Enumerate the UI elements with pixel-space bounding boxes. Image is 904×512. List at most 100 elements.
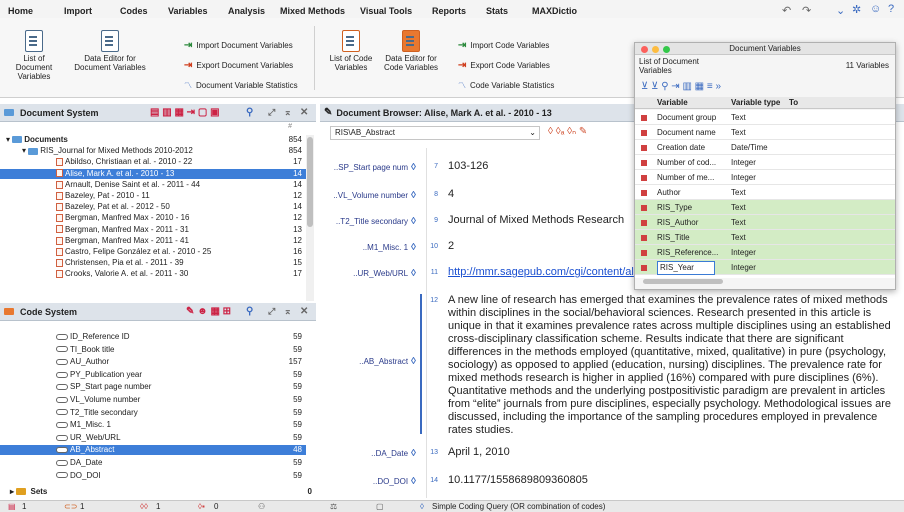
coding-toolbar-icons[interactable]: ◊ ◊ₐ ◊ₙ ✎ bbox=[548, 126, 587, 137]
variable-row[interactable]: RIS_Title Text bbox=[635, 230, 895, 245]
variable-row[interactable]: RIS_Reference... Integer bbox=[635, 245, 895, 260]
to-column-header[interactable]: To bbox=[789, 97, 798, 109]
document-row[interactable]: Alise, Mark A. et al. - 2010 - 13 14 bbox=[0, 168, 306, 179]
code-expand-icon[interactable]: ⤢ bbox=[268, 306, 275, 317]
document-row[interactable]: Crooks, Valorie A. et al. - 2011 - 30 17 bbox=[0, 269, 306, 279]
segment-code-label[interactable]: ..T2_Title secondary ◊ bbox=[320, 216, 416, 227]
document-row[interactable]: Bergman, Manfred Max - 2011 - 41 12 bbox=[0, 236, 306, 246]
menu-mixed-methods[interactable]: Mixed Methods bbox=[280, 6, 345, 16]
documents-root-row[interactable]: ▾ Documents 854 bbox=[0, 135, 306, 145]
menu-analysis[interactable]: Analysis bbox=[228, 6, 265, 16]
menu-maxdictio[interactable]: MAXDictio bbox=[532, 6, 577, 16]
window-close-button[interactable] bbox=[641, 46, 648, 53]
document-row[interactable]: Christensen, Pia et al. - 2011 - 39 15 bbox=[0, 258, 306, 268]
variable-row[interactable]: Number of me... Integer bbox=[635, 170, 895, 185]
window-zoom-button[interactable] bbox=[663, 46, 670, 53]
segment-code-label[interactable]: ..DA_Date ◊ bbox=[320, 448, 416, 459]
document-label: Documents bbox=[24, 135, 68, 144]
code-row[interactable]: TI_Book title 59 bbox=[0, 345, 306, 355]
import-document-variables-button[interactable]: ⇥ Import Document Variables bbox=[184, 40, 293, 51]
code-variable-statistics-button[interactable]: 〽 Code Variable Statistics bbox=[458, 80, 554, 91]
code-row[interactable]: ID_Reference ID 59 bbox=[0, 332, 306, 342]
document-row[interactable]: Abildso, Christiaan et al. - 2010 - 22 17 bbox=[0, 157, 306, 167]
variable-row[interactable]: RIS_Year Integer bbox=[635, 260, 895, 275]
list-code-variables-button[interactable]: List of Code Variables bbox=[326, 30, 376, 72]
url-link[interactable]: http://mmr.sagepub.com/cgi/content/al bbox=[448, 266, 638, 279]
variable-row[interactable]: Creation date Date/Time bbox=[635, 140, 895, 155]
sets-row[interactable]: ▸ Sets 0 bbox=[0, 487, 316, 497]
document-scroll-thumb[interactable] bbox=[307, 137, 313, 227]
window-titlebar[interactable]: Document Variables bbox=[635, 43, 895, 55]
variable-row[interactable]: RIS_Type Text bbox=[635, 200, 895, 215]
code-row[interactable]: AU_Author 157 bbox=[0, 357, 306, 367]
search-icon[interactable]: ⚲ bbox=[246, 107, 253, 118]
import-code-variables-button[interactable]: ⇥ Import Code Variables bbox=[458, 40, 549, 51]
document-row[interactable]: Castro, Felipe González et al. - 2010 - … bbox=[0, 247, 306, 257]
document-row[interactable]: Bazeley, Pat - 2010 - 11 12 bbox=[0, 191, 306, 201]
menu-reports[interactable]: Reports bbox=[432, 6, 466, 16]
window-minimize-button[interactable] bbox=[652, 46, 659, 53]
data-editor-document-button[interactable]: Data Editor for Document Variables bbox=[68, 30, 152, 72]
code-row[interactable]: PY_Publication year 59 bbox=[0, 370, 306, 380]
segment-code-label[interactable]: ..SP_Start page num ◊ bbox=[320, 162, 416, 173]
menu-stats[interactable]: Stats bbox=[486, 6, 508, 16]
variable-row[interactable]: Document group Text bbox=[635, 110, 895, 125]
segment-code-label[interactable]: ..M1_Misc. 1 ◊ bbox=[320, 242, 416, 253]
document-row[interactable]: Bergman, Manfred Max - 2010 - 16 12 bbox=[0, 213, 306, 223]
collapse-icon[interactable]: ⌅ bbox=[284, 107, 292, 118]
segment-code-label[interactable]: ..DO_DOI ◊ bbox=[320, 476, 416, 487]
help-icon[interactable]: ? bbox=[888, 3, 894, 15]
code-collapse-icon[interactable]: ⌅ bbox=[284, 306, 292, 317]
window-hscroll-thumb[interactable] bbox=[643, 279, 723, 284]
document-row[interactable]: Bergman, Manfred Max - 2011 - 31 13 bbox=[0, 225, 306, 235]
document-variable-statistics-button[interactable]: 〽 Document Variable Statistics bbox=[184, 80, 298, 91]
document-row[interactable]: Bazeley, Pat et al. - 2012 - 50 14 bbox=[0, 202, 306, 212]
undo-icon[interactable]: ↶ bbox=[782, 4, 791, 17]
export-document-variables-button[interactable]: ⇥ Export Document Variables bbox=[184, 60, 293, 71]
export-code-variables-button[interactable]: ⇥ Export Code Variables bbox=[458, 60, 550, 71]
data-editor-code-button[interactable]: Data Editor for Code Variables bbox=[378, 30, 444, 72]
document-icon[interactable]: ▢ bbox=[376, 502, 384, 511]
menu-home[interactable]: Home bbox=[8, 6, 33, 16]
code-row[interactable]: VL_Volume number 59 bbox=[0, 395, 306, 405]
variable-column-header[interactable]: Variable bbox=[657, 97, 688, 109]
variable-row[interactable]: Author Text bbox=[635, 185, 895, 200]
chevron-down-icon[interactable]: ⌄ bbox=[836, 4, 845, 17]
gear-icon[interactable]: ✲ bbox=[852, 3, 861, 16]
redo-icon[interactable]: ↷ bbox=[802, 4, 811, 17]
close-icon[interactable]: ✕ bbox=[300, 107, 308, 118]
segment-code-label[interactable]: ..VL_Volume number ◊ bbox=[320, 190, 416, 201]
document-scrollbar[interactable] bbox=[306, 135, 314, 301]
code-toolbar-icons[interactable]: ✎ ☻ ▦ ⊞ bbox=[186, 306, 231, 317]
list-document-variables-button[interactable]: List of Document Variables bbox=[4, 30, 64, 81]
code-row[interactable]: DA_Date 59 bbox=[0, 458, 306, 468]
code-icon bbox=[56, 447, 68, 454]
code-selector[interactable]: RIS\AB_Abstract ⌄ bbox=[330, 126, 540, 140]
variable-row[interactable]: Number of cod... Integer bbox=[635, 155, 895, 170]
menu-codes[interactable]: Codes bbox=[120, 6, 148, 16]
segment-code-label[interactable]: ..AB_Abstract ◊ bbox=[320, 356, 416, 367]
code-row[interactable]: T2_Title secondary 59 bbox=[0, 408, 306, 418]
expand-icon[interactable]: ⤢ bbox=[268, 107, 275, 118]
coding-stripe[interactable] bbox=[420, 294, 422, 434]
code-row[interactable]: AB_Abstract 48 bbox=[0, 445, 306, 456]
segment-code-label[interactable]: ..UR_Web/URL ◊ bbox=[320, 268, 416, 279]
menu-visual-tools[interactable]: Visual Tools bbox=[360, 6, 412, 16]
menu-import[interactable]: Import bbox=[64, 6, 92, 16]
code-search-icon[interactable]: ⚲ bbox=[246, 306, 253, 317]
weight-icon[interactable]: ⚖ bbox=[330, 502, 337, 511]
code-row[interactable]: M1_Misc. 1 59 bbox=[0, 420, 306, 430]
window-toolbar-icons[interactable]: ⊻ ⊻ ⚲ ⇥ ▥ ▦ ≡ » bbox=[641, 81, 721, 92]
smiley-icon[interactable]: ☺ bbox=[870, 3, 881, 15]
variable-type-column-header[interactable]: Variable type bbox=[731, 97, 780, 109]
code-close-icon[interactable]: ✕ bbox=[300, 306, 308, 317]
code-row[interactable]: SP_Start page number 59 bbox=[0, 382, 306, 392]
document-row[interactable]: Arnault, Denise Saint et al. - 2011 - 44… bbox=[0, 180, 306, 190]
code-row[interactable]: UR_Web/URL 59 bbox=[0, 433, 306, 443]
variable-row[interactable]: Document name Text bbox=[635, 125, 895, 140]
document-group-row[interactable]: ▾ RIS_Journal for Mixed Methods 2010-201… bbox=[0, 146, 306, 156]
variable-row[interactable]: RIS_Author Text bbox=[635, 215, 895, 230]
activation-icon[interactable]: ⚇ bbox=[258, 502, 265, 511]
document-toolbar-icons[interactable]: ▤ ▥ ▦ ⇥ ▢ ▣ bbox=[150, 107, 220, 118]
code-row[interactable]: DO_DOI 59 bbox=[0, 471, 306, 481]
